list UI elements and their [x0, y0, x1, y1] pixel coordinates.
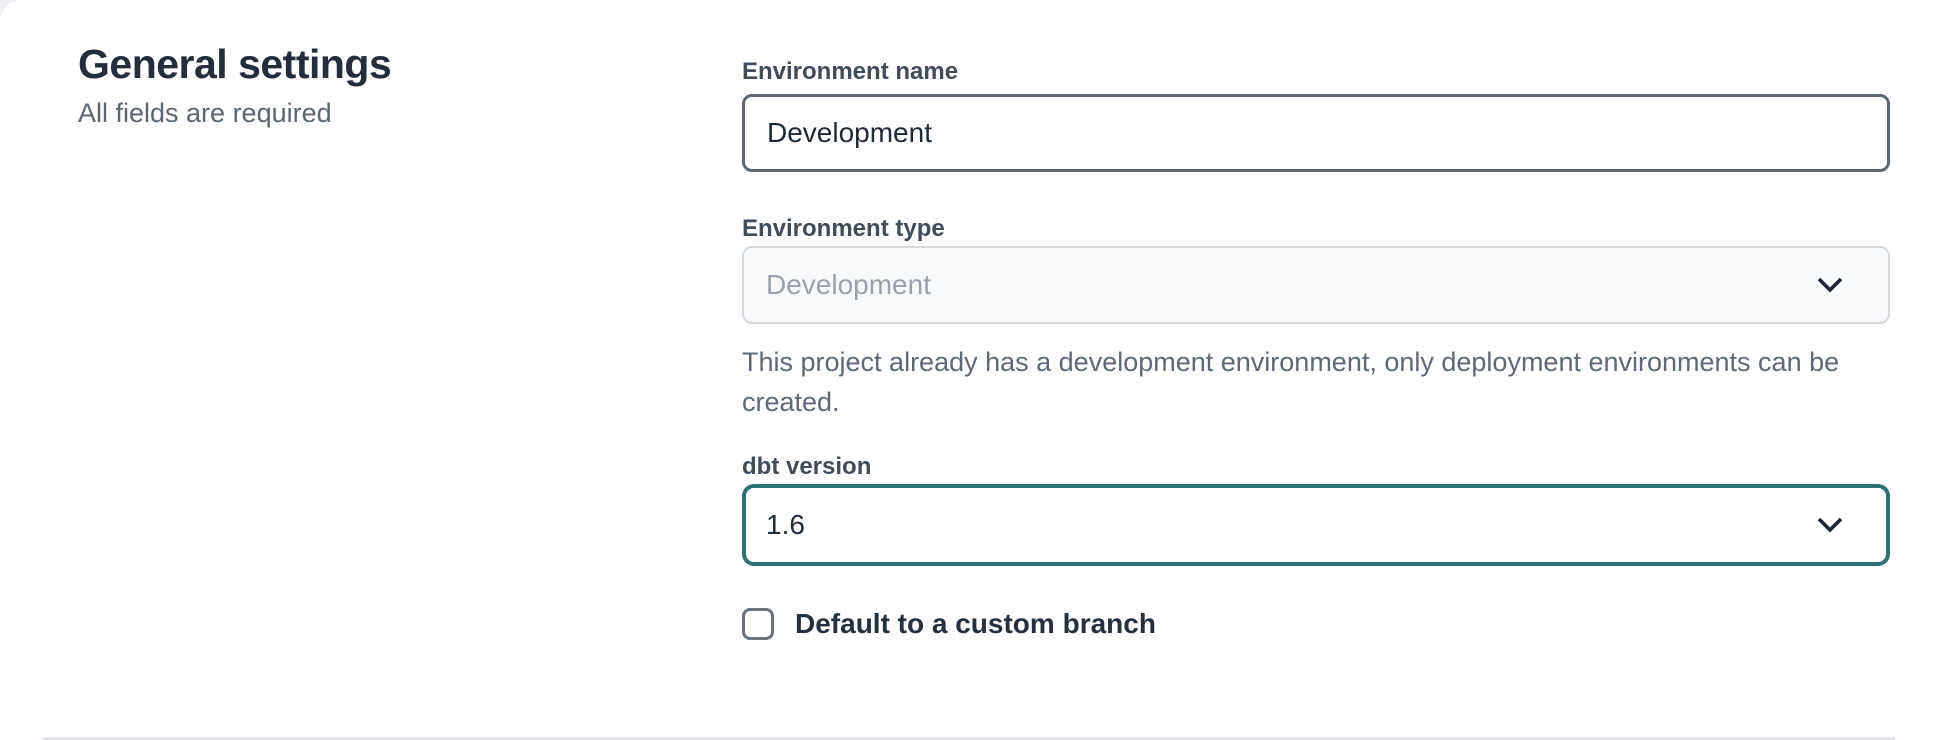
section-intro: General settings All fields are required [78, 40, 598, 130]
dbt-version-label: dbt version [742, 455, 1890, 479]
environment-settings-page: General settings All fields are required… [0, 0, 1958, 740]
custom-branch-row[interactable]: Default to a custom branch [742, 608, 1890, 640]
custom-branch-checkbox[interactable] [742, 608, 774, 640]
dbt-version-value: 1.6 [766, 509, 805, 541]
custom-branch-label: Default to a custom branch [795, 608, 1156, 640]
environment-name-input[interactable] [742, 94, 1890, 172]
chevron-down-icon [1816, 516, 1844, 535]
settings-form: Environment name Environment type Develo… [742, 60, 1890, 640]
page-title: General settings [78, 40, 598, 89]
environment-type-value: Development [766, 269, 931, 301]
environment-type-helper-text: This project already has a development e… [742, 342, 1872, 422]
environment-type-label: Environment type [742, 217, 1890, 241]
dbt-version-select[interactable]: 1.6 [742, 484, 1890, 566]
environment-name-label: Environment name [742, 60, 1890, 84]
card-corner [0, 0, 26, 26]
page-subtitle: All fields are required [78, 97, 598, 129]
chevron-down-icon [1816, 276, 1844, 295]
environment-type-select[interactable]: Development [742, 246, 1890, 324]
